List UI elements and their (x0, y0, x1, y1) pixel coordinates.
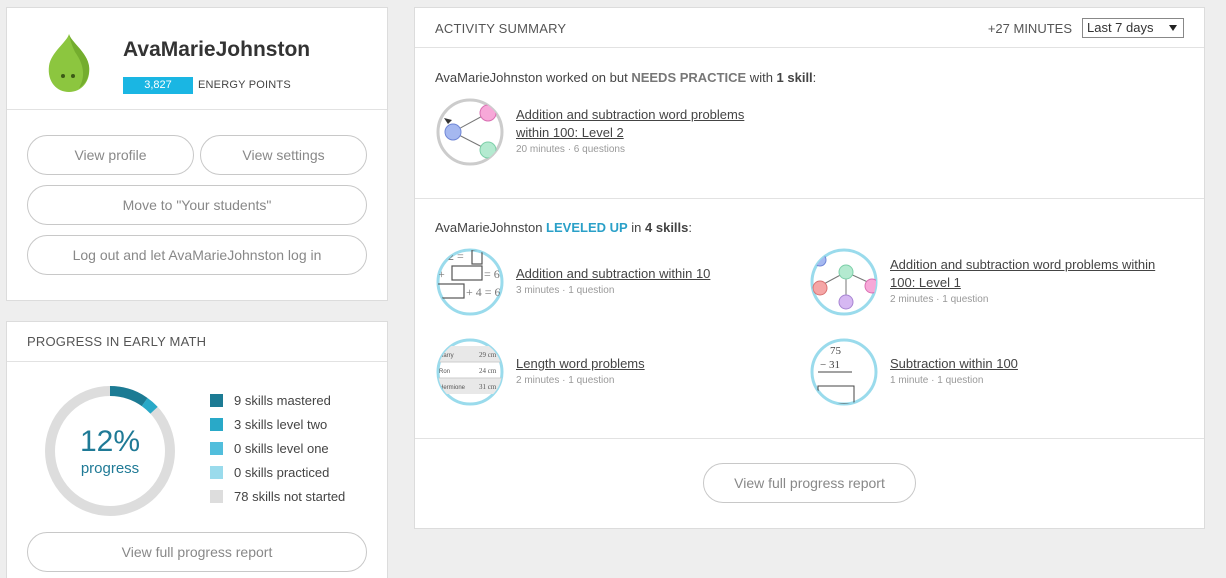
legend-swatch (210, 489, 223, 503)
skill-link[interactable]: Addition and subtraction within 10 (516, 265, 710, 283)
avatar (48, 34, 90, 92)
row-value: 31 cm (479, 383, 497, 391)
subtraction-icon: 75 − 31 (810, 338, 878, 406)
date-range-select[interactable]: Last 7 days (1082, 18, 1184, 38)
needs-practice-section: AvaMarieJohnston worked on but NEEDS PRA… (415, 49, 1204, 199)
progress-percent: 12% (79, 425, 141, 458)
skill-meta: 2 minutes · 1 question (516, 375, 615, 386)
profile-header: AvaMarieJohnston 3,827 ENERGY POINTS (7, 8, 387, 110)
move-to-students-button[interactable]: Move to "Your students" (27, 185, 367, 225)
skill-meta: 1 minute · 1 question (890, 375, 984, 386)
legend-swatch (210, 465, 223, 479)
svg-text:+: + (438, 267, 445, 281)
ruler-table-icon: Harry 29 cm Ron 24 cm Hermione 31 cm (436, 338, 504, 406)
progress-panel: PROGRESS IN EARLY MATH 12% progress 9 sk… (6, 321, 388, 578)
progress-legend: 9 skills mastered 3 skills level two 0 s… (210, 388, 345, 508)
legend-item: 0 skills practiced (210, 460, 345, 484)
graph-icon (810, 248, 878, 316)
skill-link[interactable]: Addition and subtraction word problems w… (516, 106, 744, 142)
legend-item: 0 skills level one (210, 436, 345, 460)
row-name: Ron (439, 369, 450, 375)
activity-title: ACTIVITY SUMMARY (435, 21, 567, 36)
activity-minutes: +27 MINUTES (987, 21, 1072, 36)
logout-and-login-button[interactable]: Log out and let AvaMarieJohnston log in (27, 235, 367, 275)
subtrahend: − 31 (820, 359, 840, 371)
view-settings-button[interactable]: View settings (200, 135, 367, 175)
activity-panel: ACTIVITY SUMMARY +27 MINUTES Last 7 days… (414, 7, 1205, 529)
skill-meta: 3 minutes · 1 question (516, 285, 615, 296)
equation-boxes-icon: 2 = + = 6 + 4 = 6 (436, 248, 504, 316)
legend-item: 9 skills mastered (210, 388, 345, 412)
profile-panel: AvaMarieJohnston 3,827 ENERGY POINTS Vie… (6, 7, 388, 301)
row-value: 29 cm (479, 351, 497, 359)
username: AvaMarieJohnston (123, 38, 311, 61)
legend-item: 3 skills level two (210, 412, 345, 436)
activity-view-full-progress-report-button[interactable]: View full progress report (703, 463, 916, 503)
progress-title: PROGRESS IN EARLY MATH (7, 322, 387, 362)
activity-header: ACTIVITY SUMMARY +27 MINUTES Last 7 days (415, 8, 1204, 48)
view-full-progress-report-button[interactable]: View full progress report (27, 532, 367, 572)
row-value: 24 cm (479, 367, 497, 375)
minuend: 75 (830, 345, 842, 357)
graph-icon (436, 98, 504, 166)
skill-link[interactable]: Subtraction within 100 (890, 355, 1018, 373)
legend-swatch (210, 393, 223, 407)
legend-item: 78 skills not started (210, 484, 345, 508)
energy-points-label: ENERGY POINTS (198, 79, 291, 91)
legend-swatch (210, 441, 223, 455)
leveled-up-summary: AvaMarieJohnston LEVELED UP in 4 skills: (435, 220, 693, 235)
skill-meta: 20 minutes · 6 questions (516, 144, 625, 155)
leveled-up-section: AvaMarieJohnston LEVELED UP in 4 skills:… (415, 199, 1204, 439)
skill-link[interactable]: Length word problems (516, 355, 645, 373)
progress-percent-label: progress (80, 460, 140, 477)
skill-link[interactable]: Addition and subtraction word problems w… (890, 256, 1155, 292)
skill-meta: 2 minutes · 1 question (890, 294, 989, 305)
chevron-down-icon (1169, 25, 1177, 31)
svg-text:= 6: = 6 (484, 267, 500, 281)
legend-swatch (210, 417, 223, 431)
needs-practice-summary: AvaMarieJohnston worked on but NEEDS PRA… (435, 70, 817, 85)
energy-points-badge: 3,827 (123, 77, 193, 94)
svg-text:+ 4 = 6: + 4 = 6 (466, 285, 501, 299)
view-profile-button[interactable]: View profile (27, 135, 194, 175)
